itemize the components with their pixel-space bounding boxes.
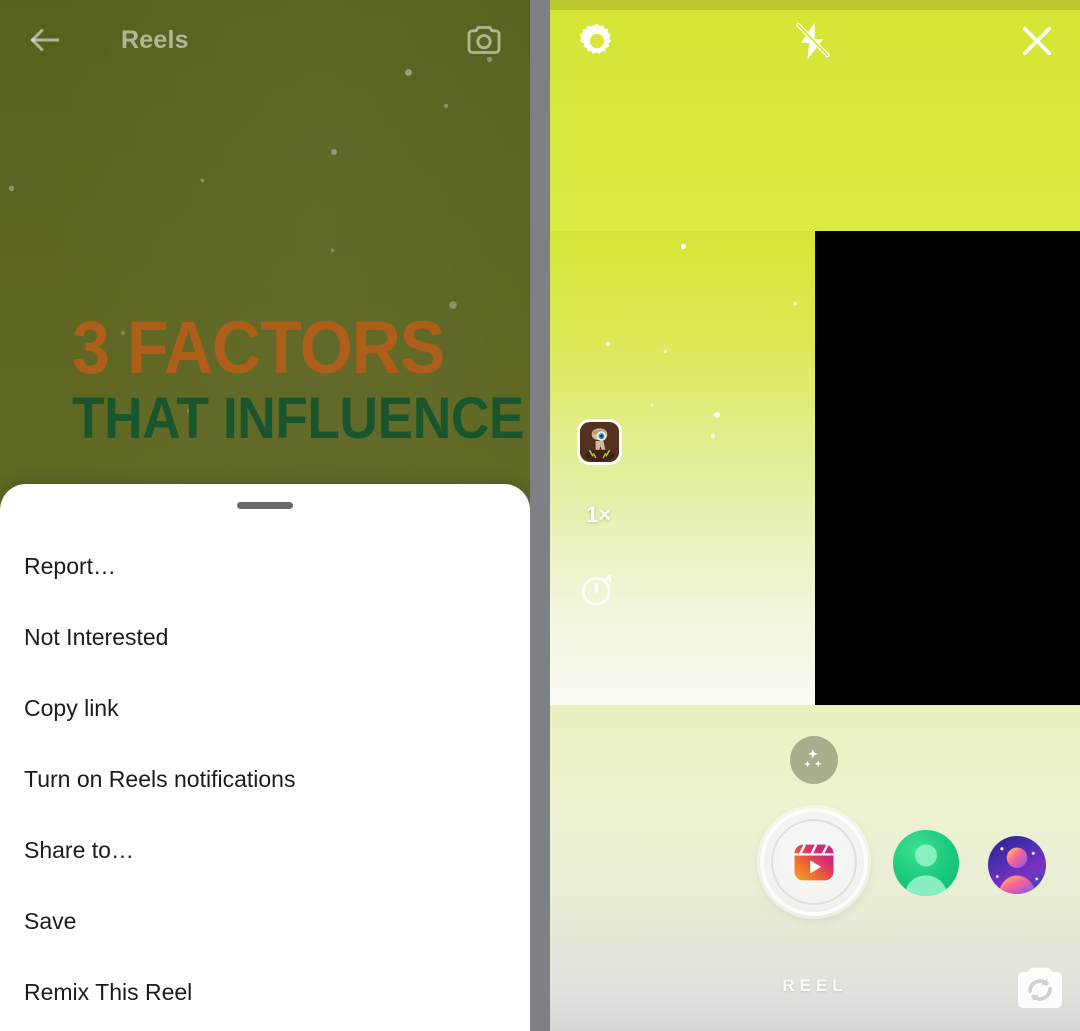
flash-off-icon[interactable] bbox=[790, 19, 834, 63]
close-icon[interactable] bbox=[1016, 20, 1058, 62]
reels-clapper-icon[interactable] bbox=[760, 808, 868, 916]
reels-camera-panel: 1× REEL bbox=[550, 0, 1080, 1031]
menu-item-remix-this-reel[interactable]: Remix This Reel bbox=[0, 957, 530, 1028]
camera-topbar bbox=[550, 0, 1080, 82]
reels-viewer-panel: 3 FACTORS THAT INFLUENCE Reels Report… N… bbox=[0, 0, 530, 1031]
menu-item-report[interactable]: Report… bbox=[0, 531, 530, 602]
reel-options-action-sheet: Report… Not Interested Copy link Turn on… bbox=[0, 484, 530, 1031]
page-title: Reels bbox=[121, 25, 189, 54]
sparkles-icon[interactable] bbox=[790, 736, 838, 784]
effect-thumbnail-icon[interactable] bbox=[577, 419, 622, 465]
back-arrow-icon[interactable] bbox=[26, 21, 64, 59]
panel-divider bbox=[530, 0, 550, 1031]
camera-preview-black-area bbox=[815, 231, 1080, 705]
camera-flip-icon[interactable] bbox=[1012, 962, 1068, 1014]
zoom-level-label[interactable]: 1× bbox=[586, 502, 611, 528]
action-sheet-menu: Report… Not Interested Copy link Turn on… bbox=[0, 531, 530, 1028]
timer-icon[interactable] bbox=[578, 570, 616, 608]
camera-preview[interactable] bbox=[550, 231, 1080, 705]
reels-topbar: Reels bbox=[0, 0, 530, 80]
avatar-rainbow-icon[interactable] bbox=[988, 836, 1046, 894]
app-screen: 3 FACTORS THAT INFLUENCE Reels Report… N… bbox=[0, 0, 1080, 1031]
camera-mode-label[interactable]: REEL bbox=[550, 976, 1080, 996]
preview-dust-particles bbox=[550, 231, 815, 705]
menu-item-share-to[interactable]: Share to… bbox=[0, 815, 530, 886]
drag-handle[interactable] bbox=[237, 502, 293, 509]
menu-item-not-interested[interactable]: Not Interested bbox=[0, 602, 530, 673]
shutter-inner-ring bbox=[771, 819, 857, 905]
gear-icon[interactable] bbox=[576, 20, 618, 62]
menu-item-copy-link[interactable]: Copy link bbox=[0, 673, 530, 744]
menu-item-turn-on-reels-notifications[interactable]: Turn on Reels notifications bbox=[0, 744, 530, 815]
camera-icon[interactable] bbox=[464, 20, 504, 60]
avatar-green-icon[interactable] bbox=[893, 830, 959, 896]
camera-live-preview[interactable] bbox=[550, 231, 815, 705]
menu-item-save[interactable]: Save bbox=[0, 886, 530, 957]
